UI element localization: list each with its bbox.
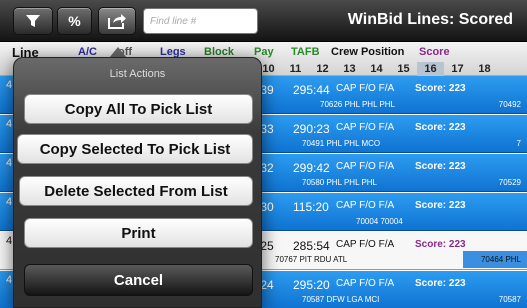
delete-selected-button[interactable]: Delete Selected From List bbox=[19, 176, 253, 206]
copy-selected-button[interactable]: Copy Selected To Pick List bbox=[17, 134, 253, 164]
filter-icon bbox=[26, 15, 40, 27]
row-crew: CAP F/O F/A bbox=[336, 122, 395, 133]
header-crew-position[interactable]: Crew Position bbox=[331, 46, 404, 58]
row-trailing: 70492 bbox=[498, 100, 521, 109]
day-header: 18 bbox=[478, 63, 491, 75]
row-crew: CAP F/O F/A bbox=[336, 161, 395, 172]
print-button[interactable]: Print bbox=[24, 218, 253, 248]
row-tafb: 285:54 bbox=[293, 239, 330, 253]
day-header: 13 bbox=[343, 63, 356, 75]
day-header: 14 bbox=[370, 63, 383, 75]
day-header: 11 bbox=[289, 63, 302, 75]
header-tafb[interactable]: TAFB bbox=[291, 46, 320, 58]
line-number: 4 bbox=[6, 274, 13, 286]
line-number: 4 bbox=[6, 157, 13, 169]
header-pay[interactable]: Pay bbox=[254, 46, 274, 58]
row-crew: CAP F/O F/A bbox=[336, 239, 395, 250]
row-score: Score: 223 bbox=[415, 83, 466, 94]
header-score[interactable]: Score bbox=[419, 46, 450, 58]
row-tafb: 299:42 bbox=[293, 161, 330, 175]
row-score: Score: 223 bbox=[415, 161, 466, 172]
row-crew: CAP F/O F/A bbox=[336, 83, 395, 94]
row-score: Score: 223 bbox=[415, 200, 466, 211]
row-trailing: 70587 bbox=[498, 295, 521, 304]
row-pairings: 70626 PHL PHL PHL bbox=[320, 100, 396, 109]
popover-title: List Actions bbox=[109, 68, 166, 80]
row-tafb: 290:23 bbox=[293, 122, 330, 136]
line-number: 4 bbox=[6, 196, 13, 208]
row-pairings: 70587 DFW LGA MCI bbox=[302, 295, 380, 304]
line-number: 4 bbox=[6, 79, 13, 91]
top-toolbar: % WinBid Lines: Scored bbox=[0, 0, 527, 42]
list-actions-popover: List Actions Copy All To Pick List Copy … bbox=[13, 57, 262, 308]
cancel-button[interactable]: Cancel bbox=[24, 264, 253, 296]
row-crew: CAP F/O F/A bbox=[336, 278, 395, 289]
line-number: 4 bbox=[6, 118, 13, 130]
day-header: 15 bbox=[397, 63, 410, 75]
row-pairings: 70580 PHL PHL PHL bbox=[302, 178, 378, 187]
share-icon bbox=[108, 14, 126, 29]
row-trailing: 7 bbox=[516, 139, 521, 148]
export-button[interactable] bbox=[98, 7, 136, 35]
row-trailing: 70464 PHL bbox=[480, 255, 521, 264]
row-pairings: 70767 PIT RDU ATL bbox=[275, 255, 348, 264]
row-score: Score: 223 bbox=[415, 278, 466, 289]
day-header-weekend: 16 bbox=[417, 62, 444, 76]
row-score: Score: 223 bbox=[415, 122, 466, 133]
row-trailing: 70529 bbox=[498, 178, 521, 187]
row-tafb: 115:20 bbox=[293, 200, 329, 214]
row-tafb: 295:20 bbox=[293, 278, 330, 292]
day-header: 17 bbox=[451, 63, 464, 75]
copy-all-button[interactable]: Copy All To Pick List bbox=[24, 94, 253, 124]
row-pairings: 70491 PHL PHL MCO bbox=[302, 139, 381, 148]
day-header: 12 bbox=[316, 63, 329, 75]
day-header-strip: 10 11 12 13 14 15 16 17 18 bbox=[255, 62, 498, 76]
app-title: WinBid Lines: Scored bbox=[347, 11, 513, 28]
percent-button[interactable]: % bbox=[57, 7, 92, 35]
line-number: 4 bbox=[6, 235, 13, 247]
row-score: Score: 223 bbox=[415, 239, 466, 250]
row-pairings: 70004 70004 bbox=[356, 217, 403, 226]
find-line-input[interactable] bbox=[143, 8, 258, 34]
filter-button[interactable] bbox=[13, 7, 53, 35]
row-crew: CAP F/O F/A bbox=[336, 200, 395, 211]
row-tafb: 295:44 bbox=[293, 83, 330, 97]
